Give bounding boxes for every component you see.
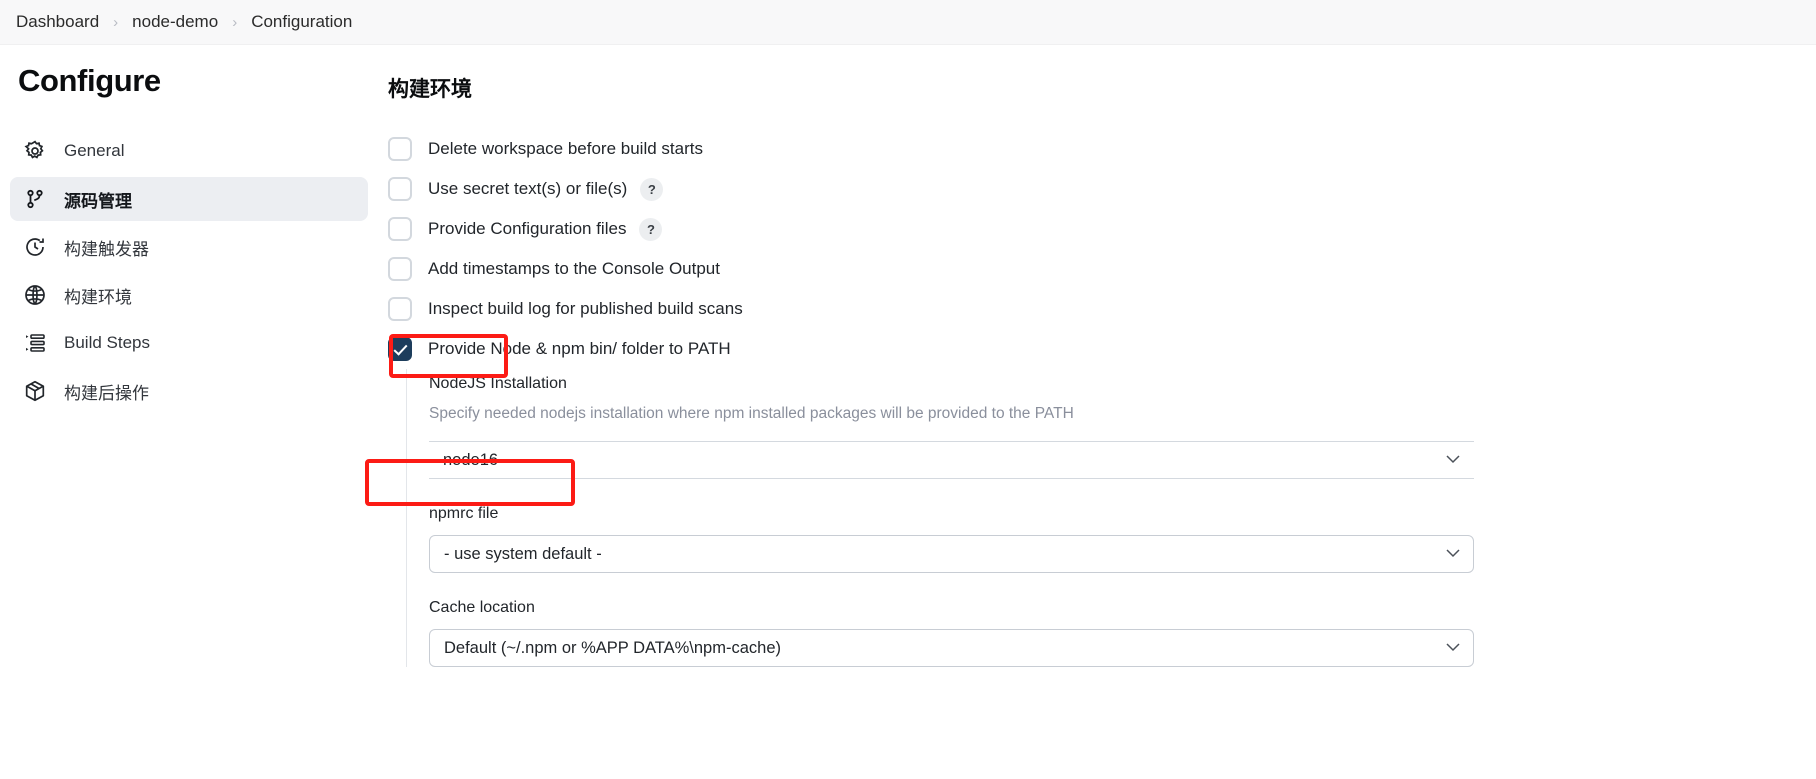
- help-icon[interactable]: ?: [639, 217, 663, 241]
- checkbox-label: Provide Node & npm bin/ folder to PATH: [428, 339, 731, 358]
- nodejs-settings-group: NodeJS Installation Specify needed nodej…: [406, 369, 1816, 667]
- cache-location-select[interactable]: Default (~/.npm or %APP DATA%\npm-cache): [429, 629, 1474, 667]
- checkbox-add-timestamps[interactable]: [388, 257, 412, 281]
- checkbox-row-delete-workspace[interactable]: Delete workspace before build starts: [388, 129, 1816, 169]
- checkbox-label: Delete workspace before build starts: [428, 139, 703, 158]
- npmrc-file-select[interactable]: - use system default -: [429, 535, 1474, 573]
- nodejs-installation-select-wrap: node16: [429, 441, 1474, 479]
- checkbox-row-inspect-build-log[interactable]: Inspect build log for published build sc…: [388, 289, 1816, 329]
- cache-location-select-wrap: Default (~/.npm or %APP DATA%\npm-cache): [429, 629, 1474, 667]
- sidebar-item-post-build-actions[interactable]: 构建后操作: [10, 369, 368, 413]
- checkbox-use-secret-text[interactable]: [388, 177, 412, 201]
- breadcrumb-separator-icon: ›: [113, 13, 119, 31]
- nodejs-installation-label: NodeJS Installation: [429, 375, 567, 392]
- checkbox-label: Inspect build log for published build sc…: [428, 299, 743, 318]
- checkbox-inspect-build-log[interactable]: [388, 297, 412, 321]
- page-title: Configure: [18, 63, 161, 98]
- sidebar-item-label: Build Steps: [64, 333, 150, 352]
- globe-icon: [22, 282, 48, 308]
- page-shell: Configure General 源码管理 构建触发器 构建环境 Build …: [0, 45, 1816, 779]
- checkbox-provide-configuration-files[interactable]: [388, 217, 412, 241]
- nodejs-installation-description: Specify needed nodejs installation where…: [429, 405, 1074, 422]
- breadcrumb-item-dashboard[interactable]: Dashboard: [16, 12, 99, 32]
- sidebar-item-general[interactable]: General: [10, 129, 368, 173]
- sidebar-item-source-code-management[interactable]: 源码管理: [10, 177, 368, 221]
- checkbox-row-provide-configuration-files[interactable]: Provide Configuration files ?: [388, 209, 1816, 249]
- npmrc-file-label: npmrc file: [429, 505, 499, 522]
- breadcrumb-item-node-demo[interactable]: node-demo: [132, 12, 218, 32]
- configure-sidebar: Configure General 源码管理 构建触发器 构建环境 Build …: [0, 45, 380, 779]
- section-title: 构建环境: [388, 78, 472, 101]
- build-environment-panel: 构建环境 Delete workspace before build start…: [365, 45, 1816, 779]
- sidebar-item-build-triggers[interactable]: 构建触发器: [10, 225, 368, 269]
- checkbox-label: Use secret text(s) or file(s): [428, 179, 628, 198]
- sidebar-item-label: 构建后操作: [64, 383, 149, 403]
- checkbox-delete-workspace[interactable]: [388, 137, 412, 161]
- checkbox-row-use-secret-text[interactable]: Use secret text(s) or file(s) ?: [388, 169, 1816, 209]
- breadcrumb: Dashboard › node-demo › Configuration: [0, 0, 1816, 45]
- checkbox-label: Add timestamps to the Console Output: [428, 259, 720, 278]
- sidebar-item-build-steps[interactable]: Build Steps: [10, 321, 368, 365]
- cache-location-label: Cache location: [429, 599, 535, 616]
- package-icon: [22, 378, 48, 404]
- breadcrumb-item-configuration[interactable]: Configuration: [251, 12, 352, 32]
- sidebar-item-build-environment[interactable]: 构建环境: [10, 273, 368, 317]
- nodejs-installation-select[interactable]: node16: [429, 441, 1474, 479]
- sidebar-item-label: 源码管理: [64, 191, 132, 211]
- help-icon[interactable]: ?: [640, 177, 664, 201]
- npmrc-file-select-wrap: - use system default -: [429, 535, 1474, 573]
- breadcrumb-separator-icon: ›: [232, 13, 238, 31]
- checkbox-row-provide-node-npm-path[interactable]: Provide Node & npm bin/ folder to PATH: [388, 329, 1816, 369]
- branch-icon: [22, 186, 48, 212]
- sidebar-item-label: 构建触发器: [64, 239, 149, 259]
- gear-icon: [22, 138, 48, 164]
- sidebar-item-label: General: [64, 141, 125, 160]
- checkbox-label: Provide Configuration files: [428, 219, 627, 238]
- list-steps-icon: [22, 330, 48, 356]
- clock-icon: [22, 234, 48, 260]
- checkbox-provide-node-npm-path[interactable]: [388, 337, 412, 361]
- sidebar-item-label: 构建环境: [64, 287, 132, 307]
- checkbox-row-add-timestamps[interactable]: Add timestamps to the Console Output: [388, 249, 1816, 289]
